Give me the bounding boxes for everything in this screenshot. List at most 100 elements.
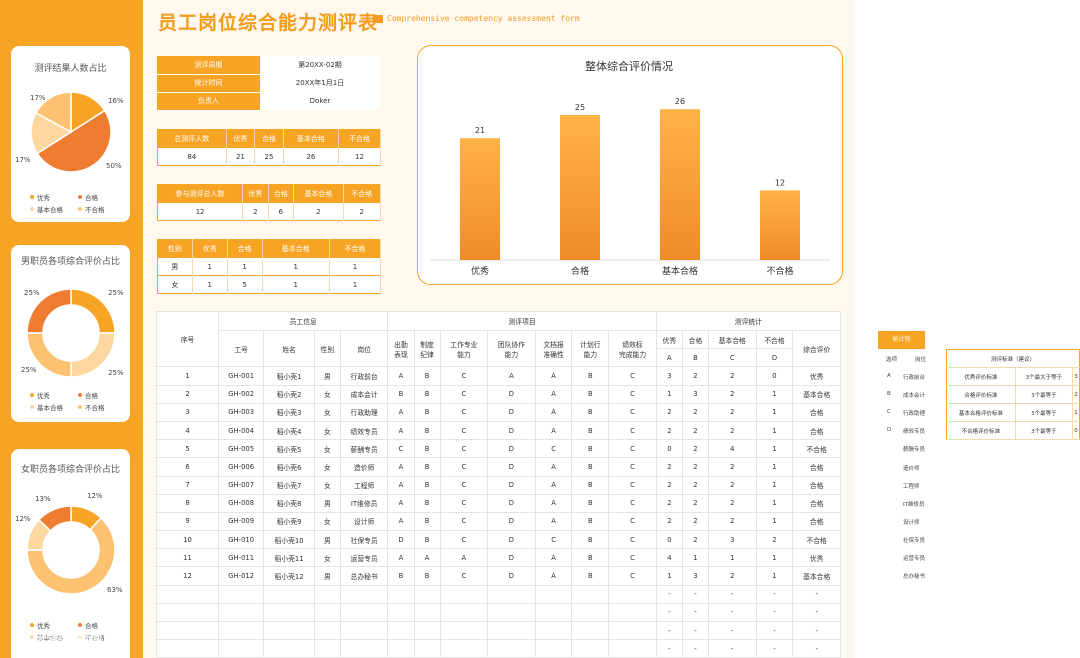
table-cell[interactable]: - [708,620,757,641]
table-cell[interactable]: 2 [708,384,757,404]
table-cell[interactable]: B [571,475,610,495]
table-cell[interactable]: C [608,548,657,568]
table-cell[interactable]: 合格 [792,420,841,441]
table-cell[interactable]: C [439,566,489,586]
table-cell[interactable]: 2 [681,420,710,441]
table-cell[interactable]: A [487,366,536,386]
table-cell[interactable]: 1 [755,493,794,513]
table-cell[interactable] [156,620,219,641]
table-cell[interactable]: 基本合格 [792,384,841,404]
table-cell[interactable]: A [534,457,573,477]
table-cell[interactable]: C [608,366,657,386]
table-cell[interactable]: - [792,584,841,604]
table-cell[interactable]: - [655,584,683,604]
table-cell[interactable]: B [571,439,610,459]
table-cell[interactable]: 稻小壳9 [263,511,315,532]
table-cell[interactable] [413,639,441,658]
table-cell[interactable]: C [608,493,657,513]
table-cell[interactable]: 3 [681,566,710,586]
table-cell[interactable]: B [413,420,441,441]
table-cell[interactable]: - [655,620,683,641]
table-cell[interactable]: 2 [681,457,710,477]
table-cell[interactable] [217,584,265,604]
table-cell[interactable]: GH-005 [217,439,265,459]
table-cell[interactable]: B [413,566,441,586]
table-cell[interactable] [387,639,415,658]
table-cell[interactable]: GH-008 [217,493,265,513]
table-cell[interactable]: B [571,420,610,441]
table-cell[interactable]: 行政助理 [339,402,389,422]
table-cell[interactable]: 11 [156,548,219,568]
table-cell[interactable]: C [608,511,657,532]
table-cell[interactable]: 1 [755,457,794,477]
table-cell[interactable]: 男 [313,566,341,586]
table-cell[interactable]: 男 [313,493,341,513]
table-cell[interactable]: C [608,566,657,586]
table-cell[interactable] [608,584,657,604]
table-cell[interactable]: A [387,457,415,477]
table-cell[interactable]: C [439,366,489,386]
table-cell[interactable] [339,602,389,623]
table-cell[interactable]: C [439,420,489,441]
table-cell[interactable]: 1 [755,384,794,404]
table-cell[interactable]: 2 [681,511,710,532]
table-cell[interactable]: 稻小壳1 [263,366,315,386]
table-cell[interactable]: 基本合格 [792,566,841,586]
table-cell[interactable]: C [439,511,489,532]
table-cell[interactable]: A [387,475,415,495]
table-cell[interactable]: A [387,402,415,422]
table-cell[interactable]: - [755,620,794,641]
table-cell[interactable] [534,584,573,604]
table-cell[interactable]: GH-007 [217,475,265,495]
table-cell[interactable]: B [571,530,610,550]
table-cell[interactable]: - [681,584,710,604]
table-cell[interactable]: 女 [313,384,341,404]
table-cell[interactable]: 6 [156,457,219,477]
table-cell[interactable]: 4 [156,420,219,441]
table-cell[interactable]: 女 [313,420,341,441]
table-cell[interactable]: C [439,530,489,550]
table-cell[interactable]: 3 [156,402,219,422]
table-cell[interactable]: B [413,457,441,477]
table-cell[interactable]: 合格 [792,511,841,532]
table-cell[interactable]: D [487,548,536,568]
table-cell[interactable]: 合格 [792,475,841,495]
table-cell[interactable]: 2 [681,366,710,386]
table-cell[interactable]: 3 [655,366,683,386]
table-cell[interactable]: 2 [755,530,794,550]
table-cell[interactable]: 优秀 [792,548,841,568]
table-cell[interactable]: C [534,439,573,459]
table-cell[interactable]: 2 [655,457,683,477]
table-cell[interactable]: 1 [755,511,794,532]
table-cell[interactable]: C [439,493,489,513]
table-cell[interactable]: 优秀 [792,366,841,386]
table-cell[interactable]: 2 [655,420,683,441]
table-cell[interactable] [387,602,415,623]
table-cell[interactable] [217,639,265,658]
table-cell[interactable]: 1 [755,475,794,495]
table-cell[interactable]: GH-003 [217,402,265,422]
table-cell[interactable]: - [755,639,794,658]
table-cell[interactable] [439,639,489,658]
table-cell[interactable] [487,602,536,623]
table-cell[interactable]: 稻小壳5 [263,439,315,459]
table-cell[interactable]: - [755,584,794,604]
table-cell[interactable]: 男 [313,366,341,386]
table-cell[interactable]: B [571,566,610,586]
table-cell[interactable]: - [655,639,683,658]
table-cell[interactable]: B [413,511,441,532]
table-cell[interactable]: 1 [708,548,757,568]
table-cell[interactable]: B [571,366,610,386]
table-cell[interactable] [339,584,389,604]
table-cell[interactable] [263,584,315,604]
table-cell[interactable] [571,602,610,623]
table-cell[interactable]: GH-002 [217,384,265,404]
table-cell[interactable]: - [755,602,794,623]
table-cell[interactable]: A [534,566,573,586]
table-cell[interactable] [534,602,573,623]
table-cell[interactable]: 2 [156,384,219,404]
table-cell[interactable]: 设计师 [339,511,389,532]
table-cell[interactable]: 1 [755,439,794,459]
table-cell[interactable]: 女 [313,475,341,495]
table-cell[interactable]: D [487,493,536,513]
